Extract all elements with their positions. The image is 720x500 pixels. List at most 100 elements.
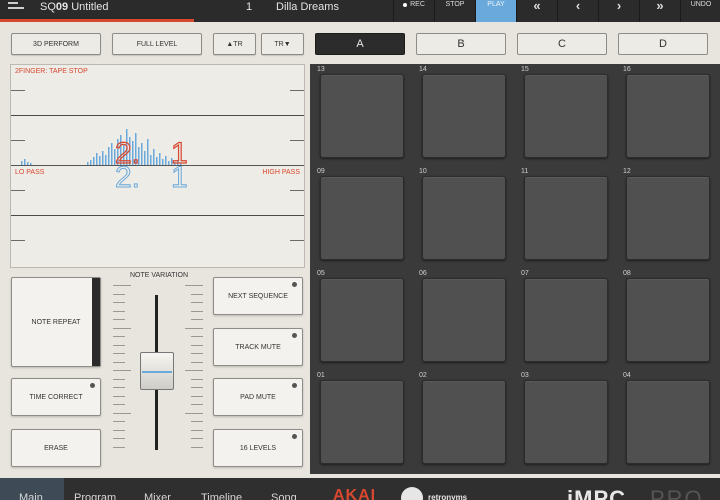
scale-tick [113,293,125,295]
spectrum-bar [111,143,113,165]
pad-06: 06 [414,268,514,368]
spectrum-bar [108,147,110,165]
pad-number: 09 [317,168,325,175]
pad-number: 16 [623,66,631,73]
stop-button[interactable]: STOP [434,0,475,22]
time-correct-button[interactable]: TIME CORRECT [11,378,101,416]
step-back-button[interactable]: ‹ [557,0,598,22]
scale-tick [113,319,125,320]
drum-pad[interactable] [320,74,404,158]
next-sequence-label: NEXT SEQUENCE [228,292,288,300]
akai-logo: AKAI [333,487,377,500]
record-button[interactable]: REC [393,0,434,22]
scale-tick [113,421,125,422]
scale-tick [113,336,125,337]
drum-pad[interactable] [524,176,608,260]
scale-tick [191,446,203,448]
record-dot-icon [403,3,408,7]
drum-pad[interactable] [524,74,608,158]
spectrum-bar [162,159,164,165]
drum-pad[interactable] [626,380,710,464]
bar-counter[interactable]: 1 [246,0,252,14]
scale-tick [113,344,125,346]
bank-c-button[interactable]: C [517,33,607,55]
scale-tick [113,404,125,405]
pad-mute-label: PAD MUTE [240,393,276,401]
drum-pad[interactable] [524,278,608,362]
sequence-selector[interactable]: SQ09 Untitled [40,0,109,14]
transport-controls: REC STOP PLAY « ‹ › » UNDO [393,0,720,22]
tab-program[interactable]: Program [74,492,116,500]
bank-d-button[interactable]: D [618,33,708,55]
time-correct-led [90,383,95,388]
tab-song[interactable]: Song [271,492,297,500]
track-up-button[interactable]: ▲TR [213,33,256,55]
pad-number: 02 [419,372,427,379]
drum-pad[interactable] [320,176,404,260]
scale-tick [191,361,203,363]
pad-01: 01 [312,370,412,470]
spectrum-bar [165,156,167,165]
step-forward-button[interactable]: › [598,0,639,22]
3d-perform-button[interactable]: 3D PERFORM [11,33,101,55]
undo-button[interactable]: UNDO [680,0,720,22]
spectrum-bars [21,129,182,165]
full-level-button[interactable]: FULL LEVEL [112,33,202,55]
drum-pad[interactable] [422,278,506,362]
drum-pad[interactable] [320,278,404,362]
drum-pad[interactable] [626,74,710,158]
drum-pad[interactable] [626,278,710,362]
drum-pad[interactable] [524,380,608,464]
pad-number: 01 [317,372,325,379]
spectrum-display: 2. 1 2. 1 [21,129,188,195]
tab-timeline[interactable]: Timeline [201,492,242,500]
scale-tick [191,387,203,388]
pad-13: 13 [312,64,412,164]
track-down-button[interactable]: TR▼ [261,33,304,55]
note-variation-slider[interactable] [140,352,174,390]
drum-pad[interactable] [626,176,710,260]
scale-tick [191,438,203,439]
pad-07: 07 [516,268,616,368]
tab-mixer[interactable]: Mixer [144,492,171,500]
bank-b-button[interactable]: B [416,33,506,55]
menu-icon[interactable] [8,2,24,14]
pad-15: 15 [516,64,616,164]
drum-pad[interactable] [320,380,404,464]
erase-button[interactable]: ERASE [11,429,101,467]
pad-grid: 13 14 15 16 09 10 11 12 05 06 07 08 01 02 03 04 [310,64,720,474]
scale-tick [113,395,125,397]
bottom-bar: Main Program Mixer Timeline Song AKAI re… [0,478,720,500]
sixteen-levels-button[interactable]: 16 LEVELS [213,429,303,467]
spectrum-bar [168,161,170,165]
note-repeat-button[interactable]: NOTE REPEAT [11,277,101,367]
forward-fast-button[interactable]: » [639,0,680,22]
xy-filter-pad[interactable]: 2FINGER: TAPE STOP 2. 1 2. 1 LO PASS HIG… [10,64,305,268]
scale-tick [113,327,131,329]
spectrum-bar [144,151,146,165]
pad-04: 04 [618,370,718,470]
next-sequence-button[interactable]: NEXT SEQUENCE [213,277,303,315]
drum-pad[interactable] [422,380,506,464]
track-mute-led [292,333,297,338]
rewind-fast-button[interactable]: « [516,0,557,22]
track-mute-button[interactable]: TRACK MUTE [213,328,303,366]
bank-a-button[interactable]: A [315,33,405,55]
drum-pad[interactable] [422,74,506,158]
pad-mute-button[interactable]: PAD MUTE [213,378,303,416]
play-button[interactable]: PLAY [475,0,516,22]
pad-number: 03 [521,372,529,379]
drum-pad[interactable] [422,176,506,260]
spectrum-bar [87,162,89,165]
pad-05: 05 [312,268,412,368]
scale-tick [191,353,203,354]
scale-tick [113,370,131,371]
tab-main[interactable]: Main [19,492,43,500]
undo-label: UNDO [690,1,712,8]
song-selector[interactable]: Dilla Dreams [276,0,339,14]
pad-03: 03 [516,370,616,470]
scale-tick [191,336,203,337]
scale-tick [191,293,203,295]
sixteen-levels-label: 16 LEVELS [239,444,277,452]
track-mute-label: TRACK MUTE [235,343,281,351]
